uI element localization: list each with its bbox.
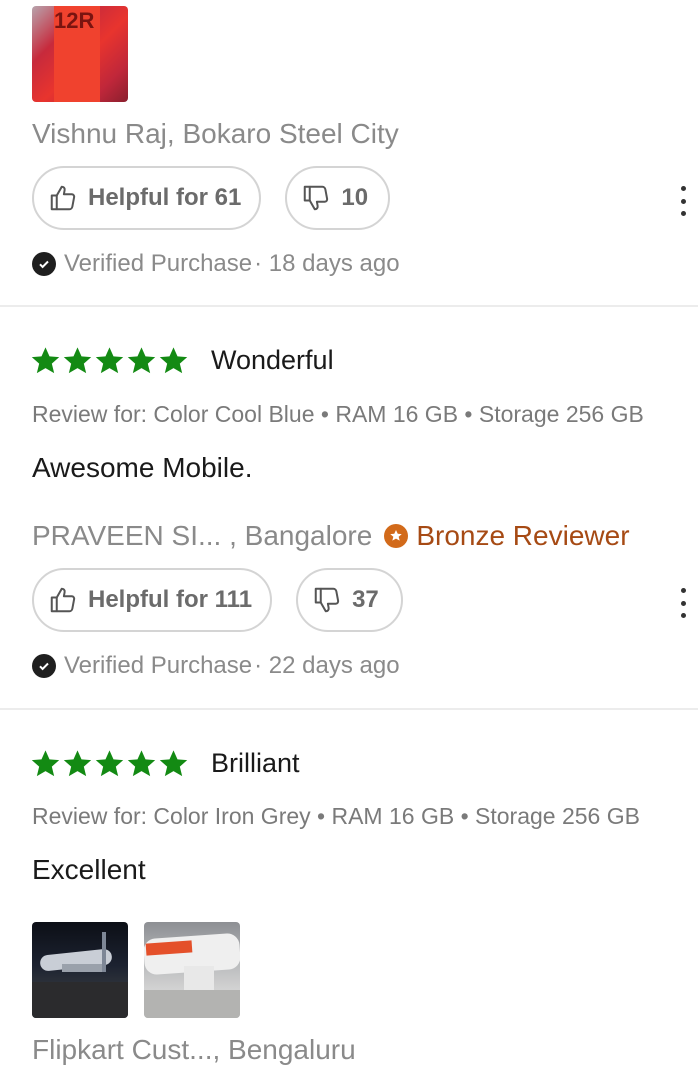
unhelpful-button[interactable]: 37 — [296, 568, 403, 632]
badge-label: Bronze Reviewer — [416, 520, 630, 551]
review-variant: Review for: Color Iron Grey • RAM 16 GB … — [32, 803, 640, 829]
thumbs-down-icon — [304, 185, 329, 211]
helpful-button[interactable]: Helpful for 61 — [32, 166, 262, 230]
review-photos — [32, 922, 240, 1018]
star-icon — [63, 750, 92, 777]
review-age: · 22 days ago — [254, 652, 400, 679]
reviewer-info: Vishnu Raj, Bokaro Steel City — [32, 118, 399, 150]
star-icon — [31, 347, 60, 374]
reviewer-name: Flipkart Cust..., Bengaluru — [32, 1034, 356, 1065]
reviewer-info: Flipkart Cust..., Bengaluru — [32, 1034, 356, 1066]
verified-purchase: Verified Purchase · 22 days ago — [32, 652, 400, 680]
star-icon — [127, 750, 156, 777]
review-title: Brilliant — [211, 748, 300, 778]
thumbs-up-icon — [50, 587, 76, 613]
star-icon — [63, 347, 92, 374]
review-photo[interactable] — [144, 922, 240, 1018]
review-title: Wonderful — [211, 345, 334, 375]
verified-purchase: Verified Purchase · 18 days ago — [32, 250, 400, 278]
star-rating — [30, 748, 189, 779]
reviewer-badge: Bronze Reviewer — [384, 520, 630, 552]
review-divider — [0, 708, 698, 710]
more-options-icon[interactable] — [678, 588, 688, 618]
unhelpful-count: 10 — [341, 184, 369, 211]
review-rating-row: Wonderful — [30, 345, 334, 376]
badge-star-icon — [384, 524, 409, 548]
verified-label: Verified Purchase — [64, 652, 253, 679]
helpful-label: Helpful for 61 — [88, 184, 242, 211]
unhelpful-count: 37 — [352, 586, 379, 613]
star-icon — [159, 347, 188, 374]
verified-label: Verified Purchase — [64, 250, 253, 277]
review-photo[interactable]: 12R — [32, 6, 128, 102]
star-rating — [30, 345, 189, 376]
review-age: · 18 days ago — [254, 250, 400, 277]
helpful-label: Helpful for 111 — [88, 586, 253, 613]
reviewer-name: PRAVEEN SI... , Bangalore — [32, 520, 373, 551]
thumbs-down-icon — [314, 587, 340, 613]
review-variant: Review for: Color Cool Blue • RAM 16 GB … — [32, 401, 644, 427]
review-body: Awesome Mobile. — [32, 452, 253, 483]
reviewer-info: PRAVEEN SI... , Bangalore Bronze Reviewe… — [32, 520, 630, 552]
unhelpful-button[interactable]: 10 — [285, 166, 391, 230]
star-icon — [127, 347, 156, 374]
star-icon — [95, 750, 124, 777]
review-photo[interactable] — [32, 922, 128, 1018]
helpful-button[interactable]: Helpful for 111 — [32, 568, 273, 632]
verified-check-icon — [32, 654, 56, 678]
review-actions: Helpful for 61 10 — [32, 166, 391, 230]
photo-print-text: 12R — [54, 8, 95, 33]
thumbs-up-icon — [50, 185, 76, 211]
verified-check-icon — [32, 252, 56, 276]
review-actions: Helpful for 111 37 — [32, 568, 403, 632]
review-body: Excellent — [32, 854, 146, 885]
star-icon — [159, 750, 188, 777]
star-icon — [31, 750, 60, 777]
more-options-icon[interactable] — [678, 186, 688, 216]
review-photos: 12R — [32, 6, 128, 102]
review-rating-row: Brilliant — [30, 748, 300, 779]
review-divider — [0, 305, 698, 307]
reviewer-name: Vishnu Raj, Bokaro Steel City — [32, 118, 399, 149]
star-icon — [95, 347, 124, 374]
